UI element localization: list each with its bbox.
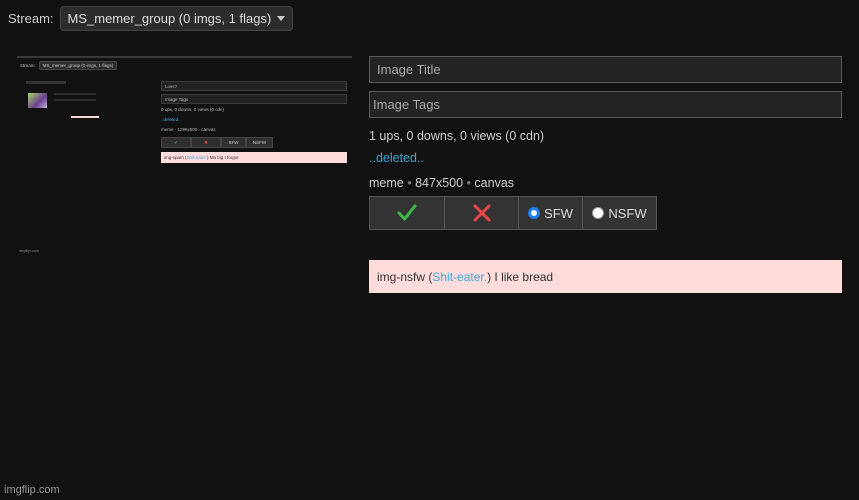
preview-tags-field: Image Tags: [161, 94, 347, 104]
preview-mini-line: [54, 93, 96, 95]
nsfw-radio[interactable]: NSFW: [582, 196, 657, 230]
image-preview: Stream: MS_memer_group (0 imgs, 1 flags)…: [17, 56, 352, 261]
preview-nsfw: NSFW: [246, 137, 273, 148]
preview-footer: imgflip.com: [19, 248, 40, 253]
sfw-radio[interactable]: SFW: [518, 196, 583, 230]
preview-mini-image: [28, 93, 47, 108]
deleted-link[interactable]: ..deleted..: [369, 151, 842, 176]
image-form: 1 ups, 0 downs, 0 views (0 cdn) ..delete…: [369, 56, 842, 293]
preview-actions: ✔ ✖ SFW NSFW: [161, 137, 347, 148]
preview-stats: 0 ups, 0 downs, 0 views (0 cdn): [161, 107, 225, 112]
stream-bar: Stream: MS_memer_group (0 imgs, 1 flags): [8, 6, 294, 31]
flag-message: I like bread: [494, 269, 554, 284]
approve-button[interactable]: [369, 196, 445, 230]
nsfw-label: NSFW: [608, 205, 647, 221]
preview-meta: meme · 1296x500 · canvas: [161, 127, 216, 132]
preview-mini-flag: [71, 116, 99, 118]
stream-label: Stream:: [8, 11, 54, 26]
preview-stream-select: MS_memer_group (0 imgs, 1 flags): [38, 61, 118, 70]
reject-button[interactable]: [444, 196, 519, 230]
preview-mini-bar: [26, 81, 66, 84]
x-icon: [473, 204, 490, 222]
sfw-label: SFW: [544, 205, 573, 221]
preview-nested-thumbnail: [24, 79, 154, 134]
stream-selected-value: MS_memer_group (0 imgs, 1 flags): [67, 11, 272, 26]
meta-type: meme: [369, 176, 404, 190]
separator-dot: •: [407, 176, 412, 190]
preview-sfw: SFW: [221, 137, 246, 148]
preview-checkmark-icon: ✔: [161, 137, 191, 148]
stream-select[interactable]: MS_memer_group (0 imgs, 1 flags): [59, 6, 294, 31]
image-stats: 1 ups, 0 downs, 0 views (0 cdn): [369, 129, 545, 143]
flag-type: img-nsfw: [377, 269, 426, 284]
footer-watermark: imgflip.com: [4, 484, 60, 496]
preview-stream-bar: Stream: MS_memer_group (0 imgs, 1 flags): [20, 61, 118, 70]
chevron-down-icon: [277, 16, 286, 21]
image-meta: meme • 847x500 • canvas: [369, 176, 842, 196]
preview-deleted: ..deleted..: [161, 117, 181, 122]
radio-unselected-icon: [592, 207, 605, 219]
checkmark-icon: [397, 204, 417, 221]
preview-mini-line: [54, 99, 96, 101]
image-tags-input[interactable]: [369, 91, 842, 118]
preview-stream-label: Stream:: [20, 63, 36, 68]
preview-form: Loss? Image Tags 0 ups, 0 downs, 0 views…: [161, 81, 347, 163]
preview-title-field: Loss?: [161, 81, 347, 91]
preview-x-icon: ✖: [191, 137, 221, 148]
radio-selected-icon: [528, 207, 541, 219]
moderation-actions: SFW NSFW: [369, 196, 842, 230]
flag-notice: img-nsfw (Shit-eater.) I like bread: [369, 260, 842, 293]
separator-dot: •: [466, 176, 471, 190]
preview-flag: img-spam (Shit-eater.) Ma big I forgor: [161, 152, 347, 163]
image-title-input[interactable]: [369, 56, 842, 83]
preview-divider: [17, 56, 352, 58]
meta-source: canvas: [474, 176, 515, 190]
meta-dimensions: 847x500: [415, 176, 464, 190]
flag-user-link[interactable]: Shit-eater.: [432, 270, 487, 284]
